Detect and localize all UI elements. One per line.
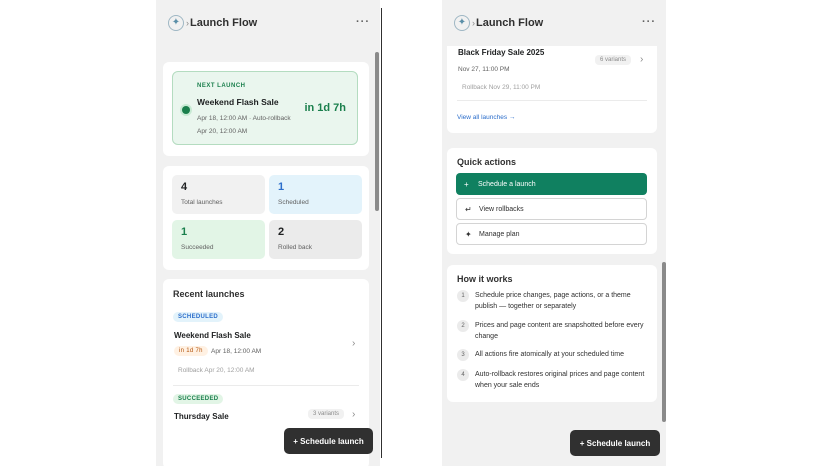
launch-rollback: Rollback Nov 29, 11:00 PM bbox=[462, 84, 541, 91]
button-label: Schedule a launch bbox=[478, 180, 536, 188]
launch-name: Thursday Sale bbox=[174, 412, 229, 421]
launch-name: Black Friday Sale 2025 bbox=[458, 48, 545, 57]
stat-label: Rolled back bbox=[278, 244, 312, 251]
app-logo-icon: ✦ bbox=[454, 15, 470, 31]
launch-rollback: Rollback Apr 20, 12:00 AM bbox=[178, 367, 255, 374]
scrollbar[interactable] bbox=[662, 262, 666, 422]
status-badge: SUCCEEDED bbox=[173, 394, 224, 404]
countdown-badge: in 1d 7h bbox=[174, 346, 208, 356]
launch-card: Black Friday Sale 2025 Nov 27, 11:00 PM … bbox=[447, 40, 657, 133]
chevron-right-icon: › bbox=[352, 409, 356, 420]
how-it-works-title: How it works bbox=[457, 274, 513, 284]
app-logo-icon: ✦ bbox=[168, 15, 184, 31]
plus-icon: + bbox=[464, 179, 469, 189]
schedule-launch-button[interactable]: + Schedule launch bbox=[570, 430, 660, 456]
next-launch-schedule: Apr 18, 12:00 AM · Auto-rollback Apr 20,… bbox=[197, 115, 291, 135]
variants-badge: 3 variants bbox=[308, 409, 345, 419]
stat-scheduled[interactable]: 1 Scheduled bbox=[269, 175, 362, 214]
more-horizontal-icon[interactable]: ··· bbox=[356, 16, 370, 28]
next-launch-banner[interactable]: NEXT LAUNCH Weekend Flash Sale Apr 18, 1… bbox=[172, 71, 358, 145]
stat-total-launches[interactable]: 4 Total launches bbox=[172, 175, 265, 214]
stat-value: 4 bbox=[181, 181, 188, 193]
step-text: Prices and page content are snapshotted … bbox=[475, 322, 644, 340]
next-launch-tag: NEXT LAUNCH bbox=[197, 83, 246, 89]
stat-label: Scheduled bbox=[278, 199, 309, 206]
sparkle-icon: ✦ bbox=[465, 229, 472, 239]
chevron-right-icon: › bbox=[472, 18, 475, 28]
stat-value: 2 bbox=[278, 226, 285, 238]
manage-plan-button[interactable]: ✦ Manage plan bbox=[456, 223, 647, 245]
app-header: ✦ › Launch Flow ··· bbox=[156, 0, 380, 46]
schedule-launch-button[interactable]: + Schedule launch bbox=[284, 428, 373, 454]
next-launch-countdown: in 1d 7h bbox=[304, 102, 346, 114]
launch-name: Weekend Flash Sale bbox=[174, 331, 251, 340]
chevron-right-icon: › bbox=[640, 54, 644, 65]
stats-card: 4 Total launches 1 Scheduled 1 Succeeded… bbox=[163, 166, 369, 270]
divider bbox=[381, 8, 382, 458]
chevron-right-icon: › bbox=[186, 18, 189, 28]
view-rollbacks-button[interactable]: ↵ View rollbacks bbox=[456, 198, 647, 220]
view-all-launches-link[interactable]: View all launches → bbox=[457, 114, 515, 121]
button-label: Manage plan bbox=[479, 230, 520, 238]
app-title: Launch Flow bbox=[190, 17, 258, 29]
launch-date: Nov 27, 11:00 PM bbox=[458, 66, 510, 73]
schedule-a-launch-button[interactable]: + Schedule a launch bbox=[456, 173, 647, 195]
status-dot-icon bbox=[182, 106, 190, 114]
next-launch-name: Weekend Flash Sale bbox=[197, 97, 279, 107]
next-launch-card: NEXT LAUNCH Weekend Flash Sale Apr 18, 1… bbox=[163, 62, 369, 156]
stat-value: 1 bbox=[278, 181, 285, 193]
stat-value: 1 bbox=[181, 226, 188, 238]
quick-actions-title: Quick actions bbox=[457, 157, 517, 167]
step-number: 1 bbox=[457, 290, 469, 302]
left-panel: ✦ › Launch Flow ··· NEXT LAUNCH Weekend … bbox=[156, 0, 380, 466]
app-header: ✦ › Launch Flow ··· bbox=[442, 0, 666, 46]
step-number: 2 bbox=[457, 320, 469, 332]
button-label: View rollbacks bbox=[479, 205, 524, 213]
how-it-works-card: How it works 1 Schedule price changes, p… bbox=[447, 265, 657, 402]
app-title: Launch Flow bbox=[476, 17, 544, 29]
step-number: 3 bbox=[457, 349, 469, 361]
scrollbar[interactable] bbox=[375, 52, 379, 211]
quick-actions-card: Quick actions + Schedule a launch ↵ View… bbox=[447, 148, 657, 254]
stat-label: Succeeded bbox=[181, 244, 214, 251]
stat-label: Total launches bbox=[181, 199, 223, 206]
return-arrow-icon: ↵ bbox=[465, 204, 472, 214]
status-badge: SCHEDULED bbox=[173, 312, 224, 322]
divider bbox=[173, 385, 359, 386]
variants-badge: 6 variants bbox=[595, 55, 632, 65]
right-panel: Black Friday Sale 2025 Nov 27, 11:00 PM … bbox=[442, 0, 666, 466]
launch-date: Apr 18, 12:00 AM bbox=[211, 348, 262, 355]
divider bbox=[457, 100, 647, 101]
more-horizontal-icon[interactable]: ··· bbox=[642, 16, 656, 28]
stat-succeeded[interactable]: 1 Succeeded bbox=[172, 220, 265, 259]
step-number: 4 bbox=[457, 369, 469, 381]
recent-launches-title: Recent launches bbox=[173, 289, 245, 299]
step-text: Schedule price changes, page actions, or… bbox=[475, 292, 631, 310]
step-text: Auto-rollback restores original prices a… bbox=[475, 371, 645, 389]
chevron-right-icon: › bbox=[352, 338, 356, 349]
step-text: All actions fire atomically at your sche… bbox=[475, 351, 625, 358]
stat-rolled-back[interactable]: 2 Rolled back bbox=[269, 220, 362, 259]
